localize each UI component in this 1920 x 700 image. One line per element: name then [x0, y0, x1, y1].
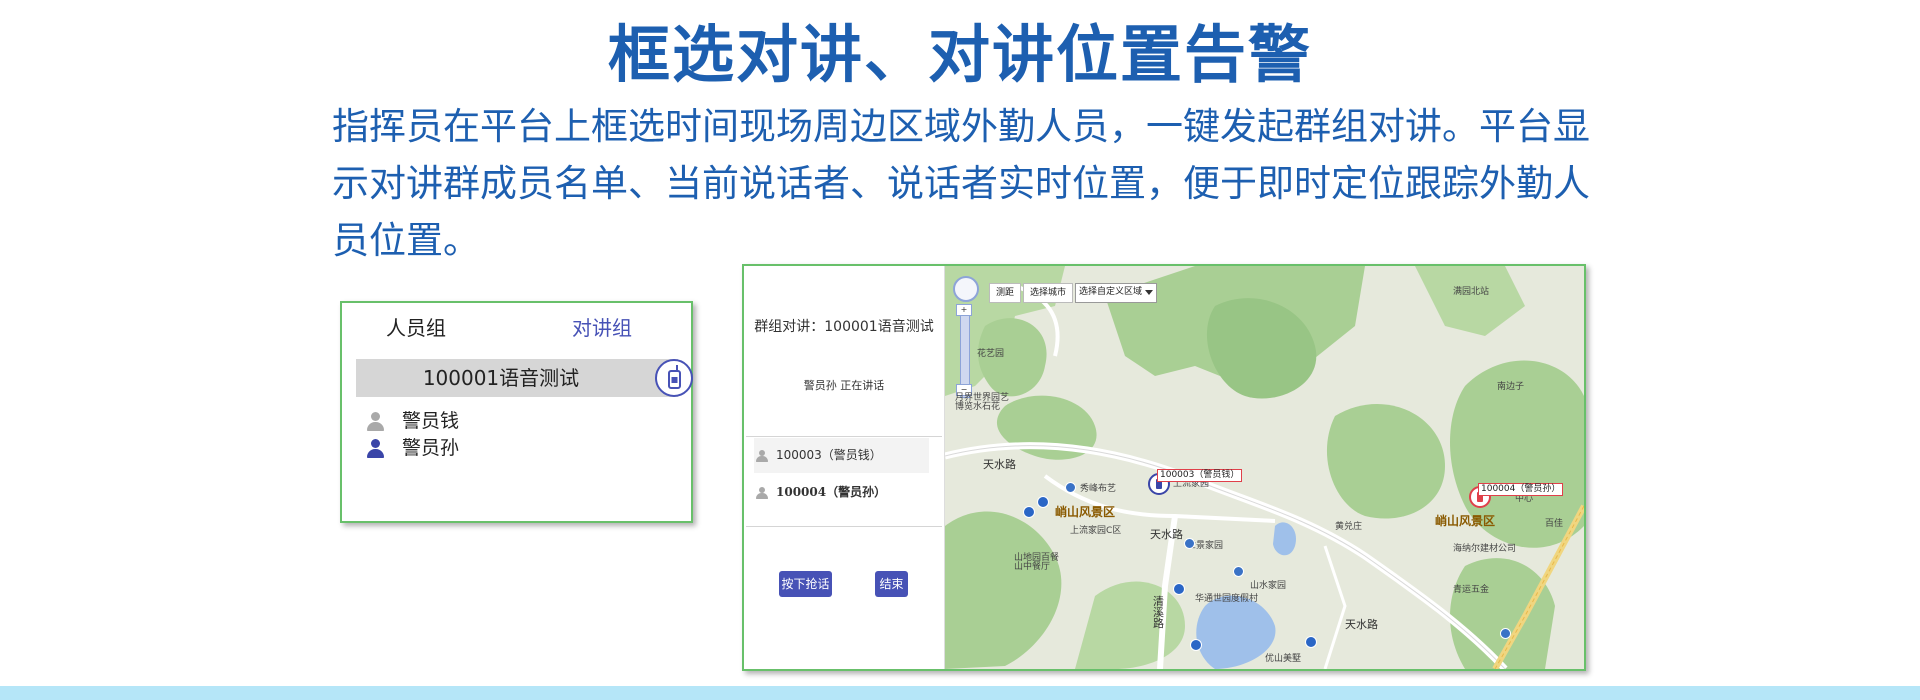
page-title: 框选对讲、对讲位置告警 — [607, 18, 1312, 91]
map-poi-label: 满园北站 — [1453, 287, 1490, 297]
map-toolbar: 测距 选择城市 选择自定义区域 — [989, 283, 1158, 303]
map-poi-label: 黄兑庄 — [1335, 522, 1363, 532]
member-name: 警员孙 — [402, 437, 460, 459]
divider — [746, 436, 942, 437]
map-road-label: 天水路 — [983, 458, 1016, 471]
map-area-label: 峭山风景区 — [1435, 514, 1496, 528]
current-speaker: 警员孙 正在讲话 — [803, 379, 885, 392]
custom-region-select[interactable]: 选择自定义区域 — [1075, 283, 1158, 303]
person-gray-icon — [756, 486, 768, 499]
intercom-member-row[interactable]: 100004（警员孙） — [754, 475, 929, 510]
map-poi-label: 秀峰布艺 — [1080, 484, 1117, 494]
map-canvas — [945, 266, 1584, 669]
map-road-label: 清溪路 — [1153, 595, 1164, 630]
parking-icon[interactable] — [1190, 639, 1202, 651]
member-item[interactable]: 警员钱 — [366, 406, 459, 433]
map-poi-label: 花艺园 — [977, 349, 1005, 359]
parking-icon[interactable] — [1173, 583, 1185, 595]
parking-icon[interactable] — [1305, 636, 1317, 648]
map-poi-icon[interactable] — [1233, 566, 1244, 577]
person-gray-icon — [366, 411, 386, 432]
member-item[interactable]: 警员孙 — [366, 433, 459, 460]
walkie-talkie-icon[interactable] — [655, 359, 693, 397]
map-poi-icon[interactable] — [1065, 482, 1076, 493]
intercom-sidebar: 群组对讲：100001语音测试 警员孙 正在讲话 100003（警员钱） 100… — [744, 266, 945, 669]
intercom-group-title: 群组对讲：100001语音测试 — [754, 319, 934, 335]
divider — [746, 526, 942, 527]
map-road-label: 天水路 — [1150, 528, 1183, 541]
map-poi-label: 百佳 — [1545, 519, 1564, 529]
map-poi-icon[interactable] — [1184, 538, 1195, 549]
marker-label: 100003（警员钱） — [1157, 469, 1243, 482]
push-to-talk-button[interactable]: 按下抢话 — [779, 571, 832, 597]
intercom-member-label: 100003（警员钱） — [776, 448, 882, 462]
person-blue-icon — [366, 438, 386, 459]
map-poi-label: 青运五金 — [1453, 585, 1490, 595]
person-gray-icon — [756, 449, 768, 462]
map-poi-label: 南边子 — [1497, 382, 1525, 392]
map-area-label: 峭山风景区 — [1055, 505, 1116, 519]
map-poi-label: 山水家园 — [1250, 581, 1287, 591]
group-intercom-panel: 群组对讲：100001语音测试 警员孙 正在讲话 100003（警员钱） 100… — [742, 264, 1586, 671]
footer-bar — [0, 686, 1920, 700]
intercom-member-row[interactable]: 100003（警员钱） — [754, 438, 929, 473]
intercom-group-row[interactable]: 100001语音测试 — [356, 359, 693, 397]
map-poi-label: 海纳尔建材公司 — [1453, 544, 1517, 554]
select-city-button[interactable]: 选择城市 — [1023, 283, 1074, 303]
group-selector-panel: 人员组 对讲组 100001语音测试 警员钱 警员孙 — [340, 301, 693, 523]
parking-icon[interactable] — [1037, 496, 1049, 508]
intercom-group-name: 100001语音测试 — [422, 366, 580, 390]
page-description: 指挥员在平台上框选时间现场周边区域外勤人员，一键发起群组对讲。平台显示对讲群成员… — [332, 105, 1590, 262]
zoom-in-button[interactable]: + — [956, 304, 972, 316]
parking-icon[interactable] — [1023, 506, 1035, 518]
map-poi-icon[interactable] — [1500, 628, 1511, 639]
member-name: 警员钱 — [402, 410, 460, 432]
map-poi-label: 华通世园度假村 — [1195, 594, 1259, 604]
map-road-label: 天水路 — [1345, 618, 1378, 631]
map-pan-control[interactable] — [953, 276, 979, 302]
measure-distance-button[interactable]: 测距 — [989, 283, 1022, 303]
tab-intercom-group[interactable]: 对讲组 — [572, 312, 632, 341]
map-poi-label: 上流家园C区 — [1070, 526, 1122, 536]
map-view[interactable]: + − 测距 选择城市 选择自定义区域 花艺园 月界世界园艺博览水石花 满园北站… — [945, 266, 1584, 669]
map-poi-label: 优山美墅 — [1265, 654, 1302, 664]
intercom-member-label: 100004（警员孙） — [776, 485, 887, 499]
marker-label: 100004（警员孙） — [1478, 483, 1564, 496]
end-button[interactable]: 结束 — [875, 571, 908, 597]
map-poi-label: 山地园百餐山中餐厅 — [1014, 553, 1060, 572]
tab-personnel-group[interactable]: 人员组 — [386, 312, 446, 341]
map-poi-label: 月界世界园艺博览水石花 — [955, 393, 1010, 412]
